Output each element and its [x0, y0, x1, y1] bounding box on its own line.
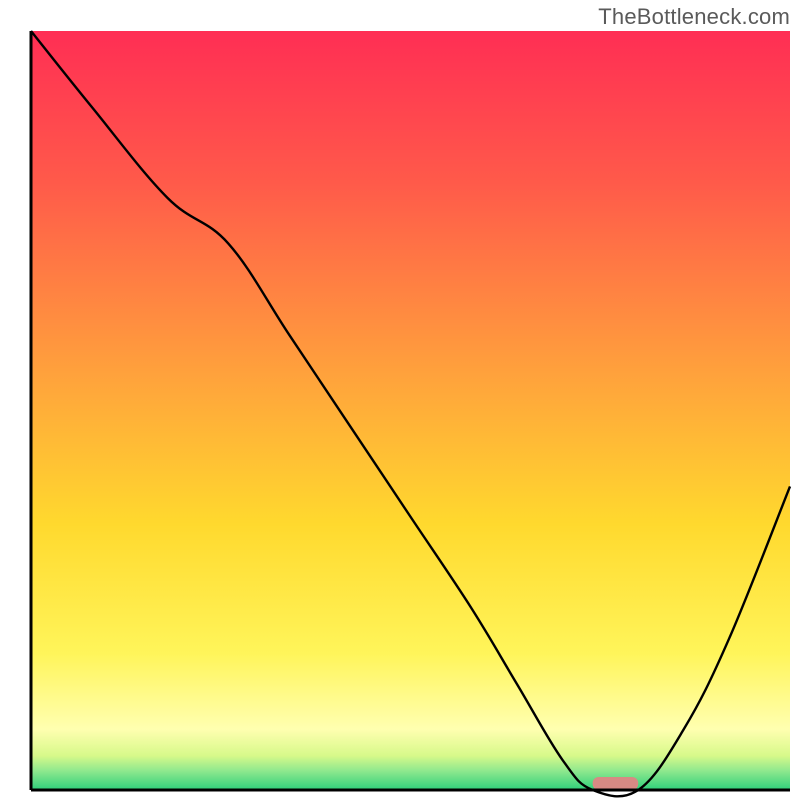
- chart-container: TheBottleneck.com: [0, 0, 800, 800]
- optimal-marker: [593, 777, 639, 790]
- gradient-background: [31, 31, 790, 790]
- bottleneck-chart: [0, 0, 800, 800]
- watermark-text: TheBottleneck.com: [598, 4, 790, 30]
